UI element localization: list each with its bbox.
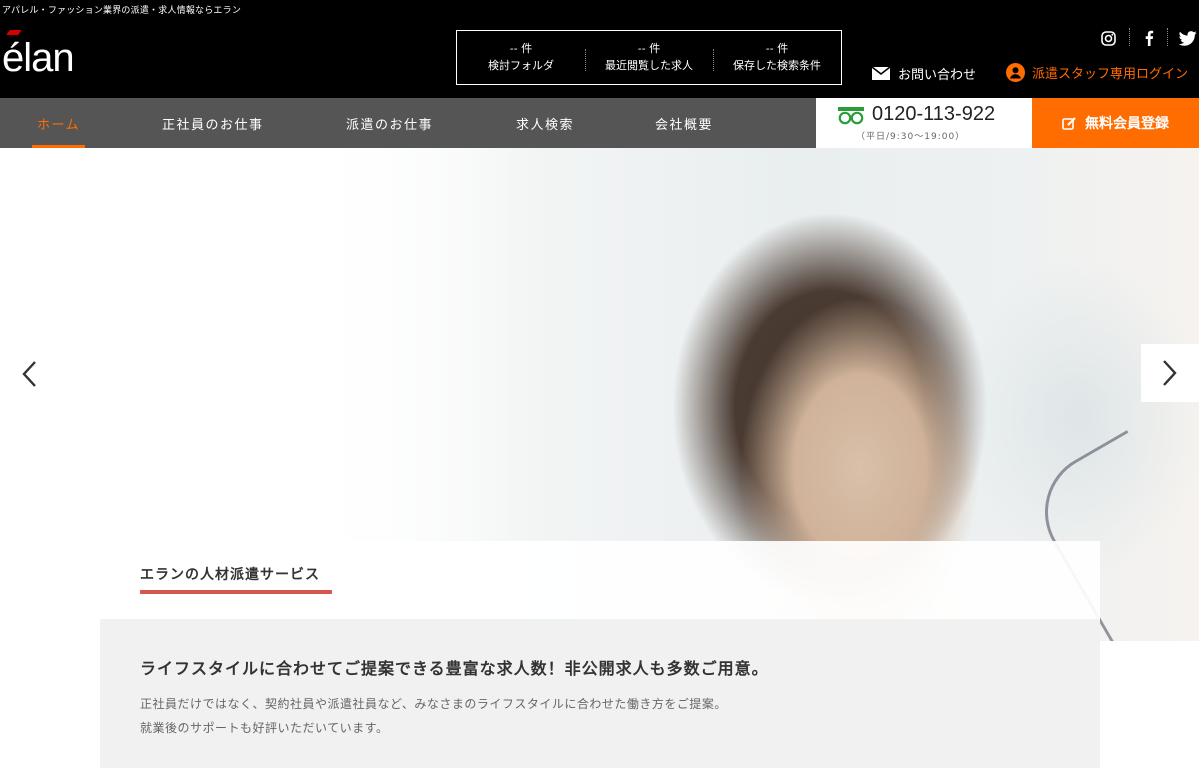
nav-item-label: 正社員のお仕事 — [162, 117, 264, 133]
nav-item-label: 派遣のお仕事 — [346, 117, 434, 133]
twitter-icon — [1178, 30, 1198, 46]
contact-link[interactable]: お問い合わせ — [872, 64, 976, 83]
chevron-right-icon — [1162, 359, 1178, 387]
service-text-line: 就業後のサポートも好評いただいています。 — [140, 721, 389, 735]
social-divider — [1129, 28, 1130, 46]
counter-recent-label: 最近閲覧した求人 — [605, 58, 693, 72]
counter-favorites-count: -- 件 — [509, 41, 533, 55]
service-title-underline — [140, 590, 332, 594]
site-logo[interactable]: élan — [2, 30, 75, 80]
instagram-link[interactable] — [1098, 30, 1118, 46]
free-dial-icon — [838, 107, 864, 129]
staff-login-link[interactable]: 派遣スタッフ専用ログイン — [1006, 63, 1188, 82]
counter-favorites-label: 検討フォルダ — [488, 58, 554, 72]
service-section-body: ライフスタイルに合わせてご提案できる豊富な求人数！非公開求人も多数ご用意。 正社… — [100, 619, 1100, 768]
staff-login-label: 派遣スタッフ専用ログイン — [1032, 67, 1189, 82]
carousel-prev-button[interactable] — [0, 345, 58, 403]
nav-item-label: 会社概要 — [655, 117, 714, 133]
contact-label: お問い合わせ — [898, 68, 977, 83]
facebook-link[interactable] — [1139, 30, 1159, 46]
carousel-next-button[interactable] — [1141, 344, 1199, 402]
nav-item-dispatch-jobs[interactable]: 派遣のお仕事 — [346, 98, 433, 148]
nav-item-label: ホーム — [37, 117, 81, 133]
register-label: 無料会員登録 — [1085, 116, 1169, 132]
phone-hours: （平日/9:30〜19:00） — [856, 132, 966, 142]
nav-item-job-search[interactable]: 求人検索 — [516, 98, 574, 148]
register-button[interactable]: 無料会員登録 — [1032, 98, 1199, 148]
counter-favorites[interactable]: -- 件 検討フォルダ — [457, 41, 585, 75]
edit-icon — [1062, 116, 1077, 131]
site-tagline: アパレル・ファッション業界の派遣・求人情報ならエラン — [2, 6, 242, 16]
instagram-icon — [1098, 30, 1118, 46]
chevron-left-icon — [21, 360, 37, 388]
service-text-line: 正社員だけではなく、契約社員や派遣社員など、みなさまのライフスタイルに合わせた働… — [140, 697, 727, 711]
counter-saved-search-count: -- 件 — [765, 41, 789, 55]
phone-number: 0120-113-922 — [872, 103, 996, 125]
service-lead: ライフスタイルに合わせてご提案できる豊富な求人数！非公開求人も多数ご用意。 — [140, 659, 769, 678]
service-section-header: エランの人材派遣サービス — [100, 541, 1100, 619]
counter-saved-search-label: 保存した検索条件 — [733, 58, 821, 72]
logo-text: élan — [2, 36, 75, 80]
social-divider — [1167, 28, 1168, 46]
nav-item-fulltime-jobs[interactable]: 正社員のお仕事 — [162, 98, 264, 148]
nav-item-company[interactable]: 会社概要 — [655, 98, 713, 148]
counter-recent-count: -- 件 — [637, 41, 661, 55]
mail-icon — [872, 67, 890, 80]
service-title: エランの人材派遣サービス — [140, 567, 320, 583]
user-counters: -- 件 検討フォルダ -- 件 最近閲覧した求人 -- 件 保存した検索条件 — [456, 30, 842, 85]
nav-item-home[interactable]: ホーム — [32, 98, 86, 148]
nav-item-label: 求人検索 — [516, 117, 575, 133]
user-icon — [1006, 63, 1025, 82]
logo-accent — [6, 30, 22, 35]
phone-contact[interactable]: 0120-113-922 （平日/9:30〜19:00） — [816, 98, 1032, 148]
twitter-link[interactable] — [1178, 30, 1198, 46]
counter-recent[interactable]: -- 件 最近閲覧した求人 — [585, 41, 713, 75]
facebook-icon — [1139, 30, 1159, 46]
site-header: アパレル・ファッション業界の派遣・求人情報ならエラン élan -- 件 検討フ… — [0, 0, 1199, 98]
counter-saved-search[interactable]: -- 件 保存した検索条件 — [713, 41, 841, 75]
